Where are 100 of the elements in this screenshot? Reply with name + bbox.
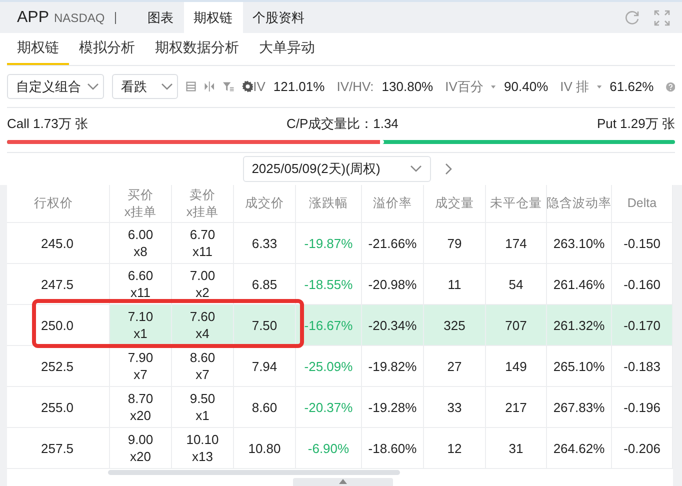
exchange-label: NASDAQ [54, 10, 105, 24]
column-header: 卖价 x挂单 [186, 186, 219, 220]
caret-down-icon[interactable] [491, 84, 496, 88]
table-cell: 8.70 x20 [128, 390, 154, 424]
expiry-dropdown[interactable]: 2025/05/09(2天)(周权) [242, 156, 432, 182]
table-cell: 252.5 [41, 358, 74, 374]
table-cell: 257.5 [41, 440, 74, 456]
refresh-icon[interactable] [624, 10, 640, 26]
column-header: 隐含波动率 [546, 195, 612, 212]
table-cell: 7.90 x7 [128, 349, 154, 383]
ivhv-label: IV/HV: [336, 79, 374, 94]
table-cell: 7.94 [252, 358, 278, 374]
fullscreen-icon[interactable] [654, 10, 670, 26]
view-tab[interactable]: 模拟分析 [69, 33, 145, 65]
table-row[interactable]: 255.0 8.70 x20 9.50 x1 8.60 -20.37% -19.28% 33 217 267.83% -0.196 [7, 387, 673, 428]
chevron-down-icon [87, 82, 99, 90]
table-cell: -0.160 [624, 276, 660, 292]
table-cell: 247.5 [41, 276, 74, 292]
call-put-ratio: C/P成交量比：1.34 [286, 115, 398, 133]
iv-percentile-label: IV百分 [445, 78, 484, 96]
table-cell: 10.80 [248, 440, 281, 456]
table-cell: 7.50 [252, 316, 278, 334]
table-cell: 245.0 [41, 234, 74, 252]
table-cell: 263.10% [553, 234, 605, 252]
filter-icon[interactable] [222, 80, 234, 93]
iv-percentile-value: 90.40% [504, 79, 548, 94]
table-cell: 11 [448, 276, 462, 292]
table-cell: 6.70 x11 [190, 226, 216, 260]
call-volume: Call 1.73万 张 [7, 115, 88, 133]
table-cell: 149 [505, 358, 527, 374]
put-volume: Put 1.29万 张 [596, 115, 675, 133]
caret-down-icon[interactable] [597, 84, 602, 88]
table-row[interactable]: 250.0 7.10 x1 7.60 x4 7.50 -16.67% -20.34% 325 707 261.32% -0.170 [7, 305, 673, 346]
table-cell: 6.60 x11 [128, 267, 154, 301]
iv-value: 121.01% [273, 79, 325, 94]
table-cell: 261.32% [553, 316, 605, 334]
table-cell: -19.82% [368, 358, 417, 374]
table-cell: 261.46% [553, 276, 605, 292]
view-tab[interactable]: 期权链 [7, 33, 69, 65]
table-cell: 8.60 x7 [190, 349, 216, 383]
header-tab[interactable]: 个股资料 [242, 2, 315, 33]
table-cell: 6.85 [252, 276, 278, 292]
table-cell: -0.183 [624, 358, 660, 374]
table-cell: -0.196 [624, 398, 660, 416]
table-cell: -20.34% [368, 316, 417, 334]
column-header: Delta [627, 195, 657, 212]
table-cell: -0.150 [624, 234, 660, 252]
chevron-down-icon [410, 165, 422, 173]
table-cell: 27 [447, 358, 462, 374]
table-cell: 12 [447, 440, 462, 456]
chevron-right-icon[interactable] [445, 163, 454, 175]
table-cell: 31 [508, 440, 524, 456]
table-cell: 79 [447, 234, 462, 252]
table-cell: -0.170 [624, 316, 660, 334]
table-cell: 7.10 x1 [128, 308, 154, 342]
mirror-icon[interactable] [204, 80, 215, 93]
side-dropdown[interactable]: 看跌 [112, 74, 178, 99]
table-cell: 217 [505, 398, 527, 416]
column-header: 未平仓量 [490, 195, 542, 212]
combo-dropdown[interactable]: 自定义组合 [7, 74, 104, 99]
table-cell: 264.62% [553, 440, 605, 456]
chevron-down-icon [161, 82, 173, 90]
header-tab[interactable]: 图表 [138, 2, 184, 33]
table-cell: -18.60% [368, 440, 417, 456]
table-row[interactable]: 245.0 6.00 x8 6.70 x11 6.33 -19.87% -21.66% 79 174 263.10% -0.150 [7, 223, 673, 264]
header-tab[interactable]: 期权链 [184, 2, 243, 33]
table-cell: 8.60 [252, 398, 278, 416]
table-cell: -0.206 [624, 440, 660, 456]
table-cell: 9.00 x20 [128, 431, 154, 465]
ivhv-value: 130.80% [382, 79, 434, 94]
table-cell: 250.0 [41, 316, 74, 334]
help-icon[interactable] [666, 80, 675, 92]
table-cell: -19.28% [368, 398, 417, 416]
collapse-handle[interactable] [293, 478, 393, 486]
scrollbar[interactable] [108, 470, 400, 475]
settings-icon[interactable] [242, 79, 254, 94]
table-cell: -16.67% [304, 316, 353, 334]
view-tab[interactable]: 期权数据分析 [145, 33, 249, 65]
table-cell: 267.83% [553, 398, 605, 416]
table-icon[interactable] [186, 80, 196, 93]
table-row[interactable]: 252.5 7.90 x7 8.60 x7 7.94 -25.09% -19.82% 27 149 265.10% -0.183 [7, 346, 673, 387]
view-tab[interactable]: 大单异动 [249, 33, 325, 65]
table-cell: 7.60 x4 [190, 308, 216, 342]
table-row[interactable]: 257.5 9.00 x20 10.10 x13 10.80 -6.90% -18.60% 12 31 264.62% -0.206 [7, 428, 673, 469]
table-cell: -6.90% [308, 440, 350, 456]
table-cell: -25.09% [304, 358, 353, 374]
table-cell: 6.33 [252, 234, 278, 252]
iv-rank-label: IV 排 [560, 78, 590, 96]
iv-label: IV [253, 79, 266, 94]
table-cell: 7.00 x2 [190, 267, 216, 301]
table-cell: -19.87% [304, 234, 353, 252]
ticker-symbol: APP [16, 8, 50, 26]
table-cell: 6.00 x8 [128, 226, 154, 260]
column-header: 成交价 [245, 195, 284, 212]
iv-rank-value: 61.62% [610, 79, 654, 94]
table-cell: 54 [508, 276, 524, 292]
table-cell: 255.0 [41, 398, 74, 416]
column-header: 行权价 [34, 195, 73, 212]
table-cell: 325 [444, 316, 466, 334]
table-cell: 9.50 x1 [190, 390, 216, 424]
